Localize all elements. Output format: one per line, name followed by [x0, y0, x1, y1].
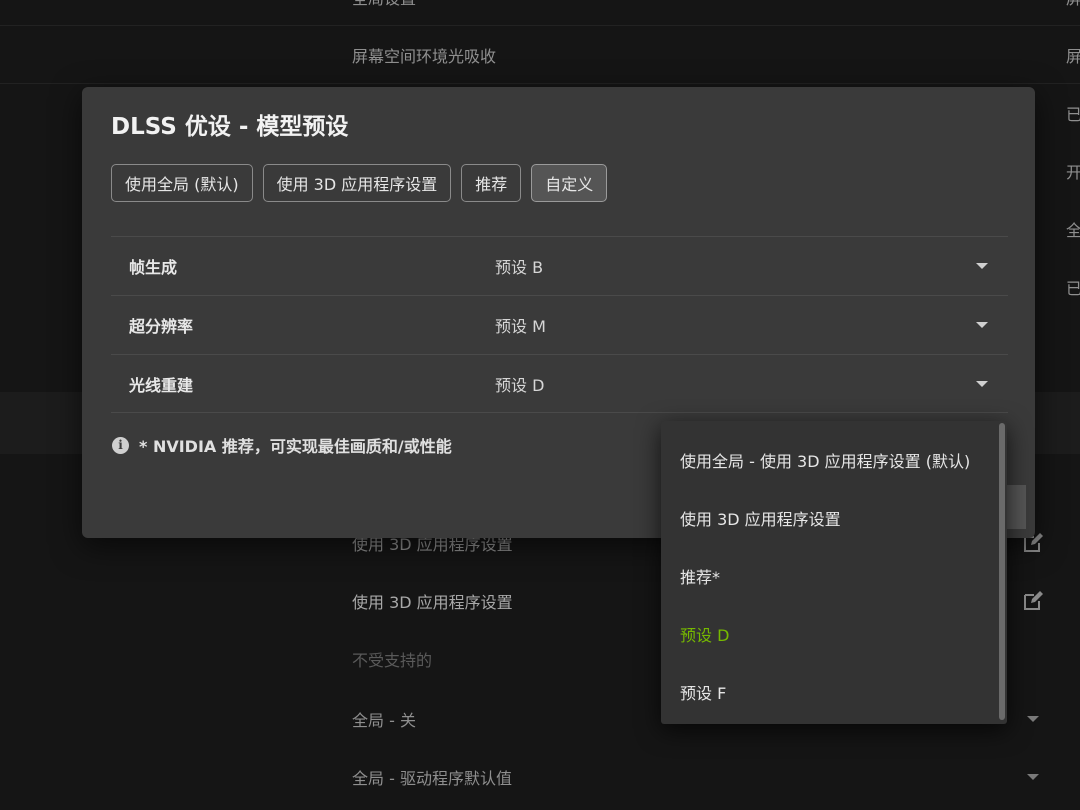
bg-setting-value: 已: [1066, 279, 1080, 298]
footnote-text: * NVIDIA 推荐，可实现最佳画质和/或性能: [139, 437, 452, 456]
bg-setting-value: 屏: [1066, 0, 1080, 9]
dialog-title: DLSS 优设 - 模型预设: [111, 114, 349, 140]
bg-setting-label: 不受支持的: [352, 651, 433, 670]
mode-button-group: 使用全局 (默认) 使用 3D 应用程序设置 推荐 自定义: [111, 164, 608, 202]
chevron-down-icon[interactable]: [976, 263, 988, 269]
dropdown-option[interactable]: 使用 3D 应用程序设置: [680, 489, 841, 547]
chevron-down-icon[interactable]: [1027, 774, 1039, 780]
scrollbar[interactable]: [999, 423, 1005, 720]
bg-setting-label: 全局设置: [352, 0, 416, 9]
bg-setting-row[interactable]: 全局设置 屏: [0, 0, 1080, 26]
bg-setting-row[interactable]: 全局 - 驱动程序默认值: [0, 748, 1080, 806]
setting-name: 帧生成: [129, 258, 178, 277]
setting-value[interactable]: 预设 B: [495, 254, 543, 278]
bg-setting-label: 全局 - 驱动程序默认值: [352, 769, 512, 788]
bg-setting-label: 全局 - 关: [352, 711, 416, 730]
dropdown-option[interactable]: 使用全局 - 使用 3D 应用程序设置 (默认): [680, 431, 970, 489]
bg-setting-value: 已: [1066, 105, 1080, 124]
preset-dropdown-menu: 使用全局 - 使用 3D 应用程序设置 (默认) 使用 3D 应用程序设置 推荐…: [661, 421, 1007, 724]
bg-setting-row[interactable]: 屏幕空间环境光吸收 屏: [0, 26, 1080, 84]
setting-name: 光线重建: [129, 375, 194, 395]
setting-value[interactable]: 预设 M: [495, 313, 546, 337]
setting-name: 超分辨率: [129, 317, 194, 336]
preset-row-super-resolution[interactable]: 超分辨率 预设 M: [111, 295, 1008, 354]
recommended-button[interactable]: 推荐: [461, 164, 522, 202]
dropdown-option[interactable]: 预设 F: [680, 663, 726, 721]
use-global-button[interactable]: 使用全局 (默认): [111, 164, 253, 202]
edit-icon[interactable]: [1022, 590, 1044, 612]
bg-setting-value: 开: [1066, 163, 1080, 182]
preset-row-ray-reconstruction[interactable]: 光线重建 预设 D: [111, 354, 1008, 413]
custom-button[interactable]: 自定义: [531, 164, 608, 202]
bg-setting-value: 屏: [1066, 47, 1080, 66]
info-icon: i: [112, 436, 129, 454]
app-window: 全局设置 屏 屏幕空间环境光吸收 屏 已 开 全 已 使用 3D 应用程序设置 …: [0, 0, 1080, 810]
preset-table: 帧生成 预设 B 超分辨率 预设 M 光线重建 预设 D: [111, 236, 1008, 413]
preset-row-frame-generation[interactable]: 帧生成 预设 B: [111, 236, 1008, 295]
setting-value[interactable]: 预设 D: [495, 372, 544, 396]
use-app-settings-button[interactable]: 使用 3D 应用程序设置: [262, 164, 452, 202]
dropdown-option[interactable]: 推荐*: [680, 547, 720, 605]
recommendation-note: i * NVIDIA 推荐，可实现最佳画质和/或性能: [112, 433, 452, 457]
chevron-down-icon[interactable]: [976, 380, 988, 387]
bg-setting-label: 使用 3D 应用程序设置: [352, 593, 513, 612]
dropdown-option-selected[interactable]: 预设 D: [680, 605, 729, 663]
chevron-down-icon[interactable]: [976, 322, 988, 328]
chevron-down-icon[interactable]: [1027, 716, 1039, 722]
bg-setting-value: 全: [1066, 221, 1080, 240]
bg-setting-label: 屏幕空间环境光吸收: [352, 47, 497, 66]
